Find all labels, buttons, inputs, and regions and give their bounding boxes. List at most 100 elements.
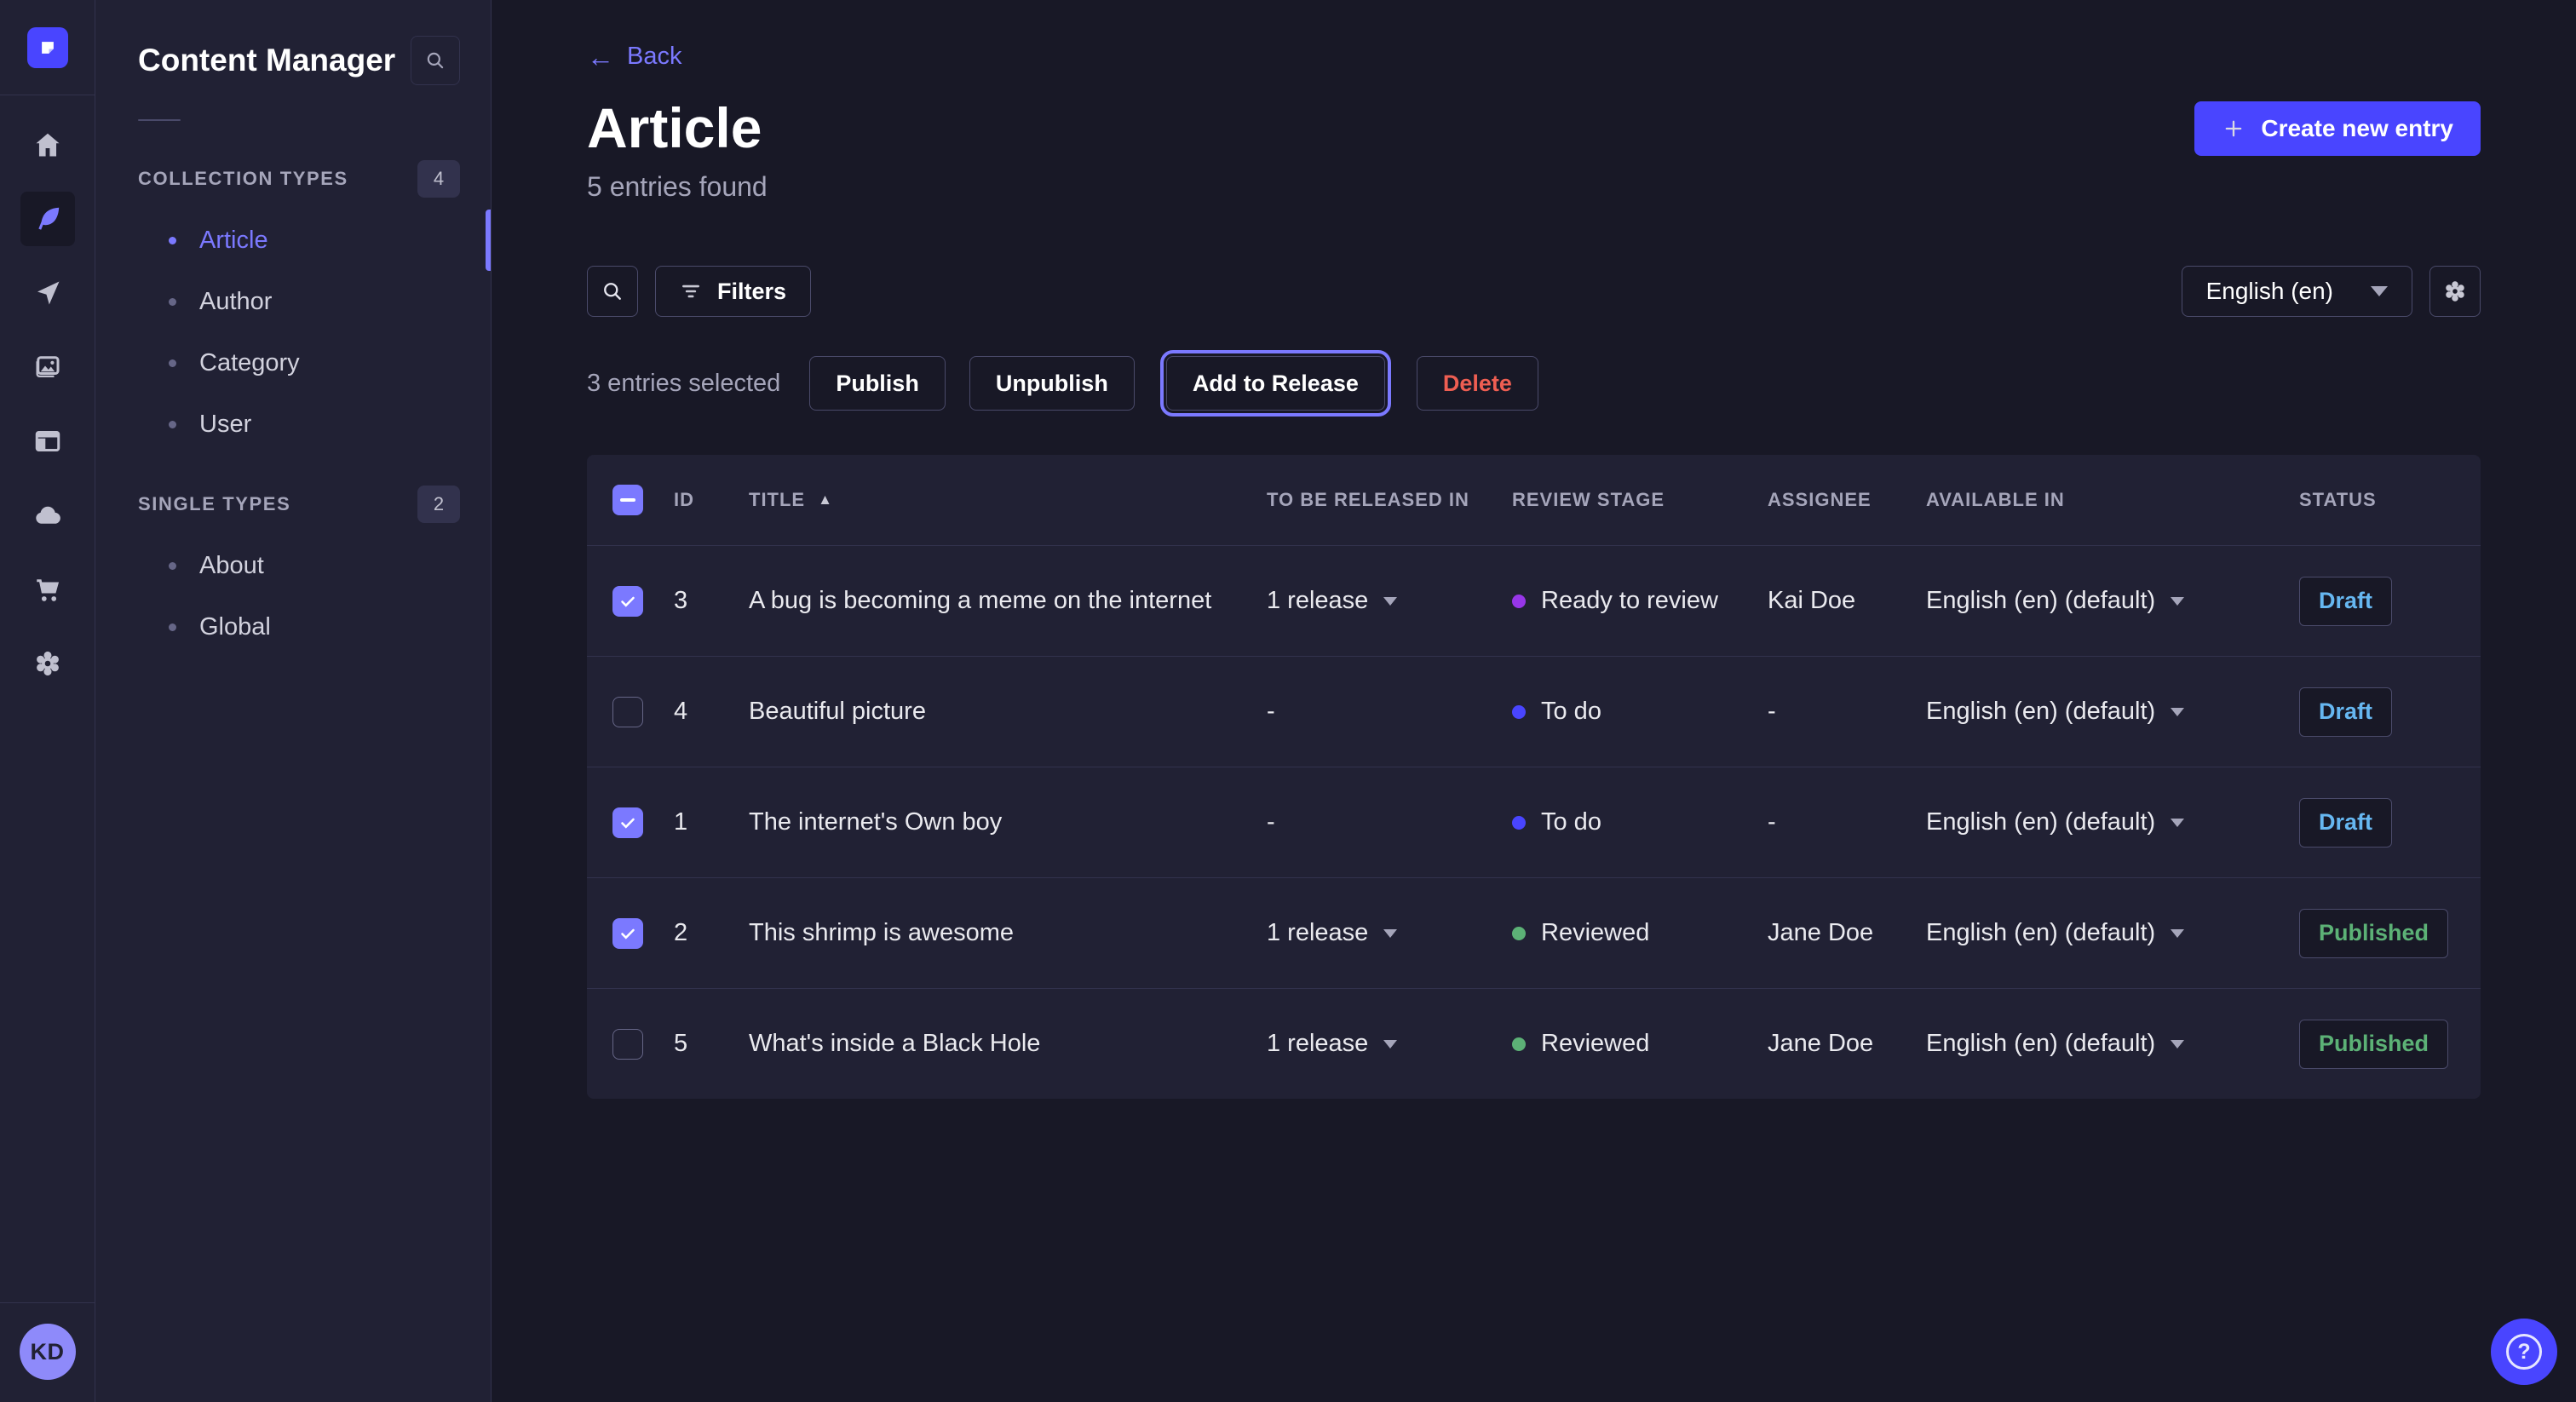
single-types-count-badge: 2 [417,486,460,523]
cloud-icon[interactable] [20,488,75,543]
help-button[interactable]: ? [2491,1319,2557,1385]
content-type-builder-icon[interactable] [20,414,75,468]
back-label: Back [627,43,681,71]
row-checkbox[interactable] [612,697,643,727]
check-icon [618,591,638,612]
search-icon [601,279,624,303]
chevron-down-icon [2171,929,2184,938]
cell-locale-dropdown[interactable]: English (en) (default) [1926,919,2299,947]
sidebar-search-button[interactable] [411,36,460,85]
strapi-logo-icon [35,35,60,60]
sidebar-item-article[interactable]: Article [138,210,460,271]
settings-gear-icon[interactable] [20,636,75,691]
main-content: ← Back Article 5 entries found Create ne… [492,0,2576,1402]
table-search-button[interactable] [587,266,638,317]
cell-id: 1 [674,808,749,836]
column-id: ID [674,489,749,511]
table-row[interactable]: 4 Beautiful picture - To do - English (e… [587,656,2481,767]
cell-review-stage: To do [1512,698,1768,726]
cell-assignee: - [1768,808,1926,836]
cell-title: The internet's Own boy [749,808,1267,836]
bullet-icon [169,359,176,367]
stage-dot-icon [1512,816,1526,830]
table-row[interactable]: 3 A bug is becoming a meme on the intern… [587,545,2481,656]
cell-release-dropdown[interactable]: 1 release [1267,587,1512,615]
cell-release-dropdown[interactable]: 1 release [1267,919,1512,947]
stage-label: Ready to review [1541,587,1718,615]
sidebar-item-author[interactable]: Author [138,271,460,332]
collection-types-count-badge: 4 [417,160,460,198]
filters-label: Filters [717,279,786,305]
locale-select[interactable]: English (en) [2182,266,2412,317]
cell-locale-dropdown[interactable]: English (en) (default) [1926,698,2299,726]
filters-button[interactable]: Filters [655,266,811,317]
cell-id: 5 [674,1030,749,1058]
view-settings-button[interactable] [2429,266,2481,317]
delete-button[interactable]: Delete [1417,356,1538,411]
release-value: 1 release [1267,919,1368,947]
status-badge: Published [2299,909,2448,958]
status-badge: Draft [2299,687,2392,737]
status-badge: Draft [2299,577,2392,626]
strapi-logo[interactable] [27,27,68,68]
bullet-icon [169,562,176,570]
single-types-label: SINGLE TYPES [138,493,290,515]
cell-assignee: Jane Doe [1768,1030,1926,1058]
cell-locale-dropdown[interactable]: English (en) (default) [1926,1030,2299,1058]
status-badge: Draft [2299,798,2392,848]
gear-icon [2442,279,2468,304]
entries-table: ID TITLE ▲ TO BE RELEASED IN REVIEW STAG… [587,455,2481,1099]
table-row[interactable]: 5 What's inside a Black Hole 1 release R… [587,988,2481,1099]
media-library-icon[interactable] [20,340,75,394]
table-row[interactable]: 2 This shrimp is awesome 1 release Revie… [587,877,2481,988]
add-to-release-button[interactable]: Add to Release [1166,356,1385,411]
marketplace-cart-icon[interactable] [20,562,75,617]
locale-value: English (en) [2206,278,2333,305]
row-checkbox[interactable] [612,918,643,949]
create-new-entry-button[interactable]: Create new entry [2194,101,2481,156]
bullet-icon [169,298,176,306]
cell-locale-dropdown[interactable]: English (en) (default) [1926,587,2299,615]
publish-button[interactable]: Publish [809,356,946,411]
collection-types-label: COLLECTION TYPES [138,168,348,190]
column-title-sortable[interactable]: TITLE ▲ [749,489,1267,511]
sidebar-item-user[interactable]: User [138,394,460,455]
rail-icon-list [20,95,75,1302]
cell-release-dropdown[interactable]: 1 release [1267,1030,1512,1058]
sidebar-divider [138,119,181,121]
arrow-left-icon: ← [587,43,614,71]
table-row[interactable]: 1 The internet's Own boy - To do - Engli… [587,767,2481,877]
column-assignee: ASSIGNEE [1768,489,1926,511]
row-checkbox[interactable] [612,807,643,838]
sidebar-item-label: Author [199,288,272,316]
question-mark-icon: ? [2506,1334,2542,1370]
stage-label: Reviewed [1541,1030,1649,1058]
sidebar-item-about[interactable]: About [138,535,460,596]
cell-assignee: Jane Doe [1768,919,1926,947]
sidebar-item-global[interactable]: Global [138,596,460,658]
stage-label: Reviewed [1541,919,1649,947]
row-checkbox[interactable] [612,586,643,617]
sort-ascending-icon: ▲ [818,491,833,509]
chevron-down-icon [1383,1040,1397,1049]
row-checkbox[interactable] [612,1029,643,1060]
user-avatar[interactable]: KD [20,1324,76,1380]
filter-icon [680,280,702,302]
cell-review-stage: Reviewed [1512,1030,1768,1058]
release-value: 1 release [1267,1030,1368,1058]
cell-release: - [1267,698,1512,726]
select-all-checkbox[interactable] [612,485,643,515]
releases-send-icon[interactable] [20,266,75,320]
chevron-down-icon [1383,597,1397,606]
home-icon[interactable] [20,118,75,172]
unpublish-button[interactable]: Unpublish [969,356,1135,411]
column-available-in: AVAILABLE IN [1926,489,2299,511]
back-link[interactable]: ← Back [587,43,681,71]
bullet-icon [169,623,176,631]
indeterminate-dash-icon [620,498,635,502]
locale-value: English (en) (default) [1926,808,2155,836]
main-nav-rail: KD [0,0,95,1402]
cell-locale-dropdown[interactable]: English (en) (default) [1926,808,2299,836]
sidebar-item-category[interactable]: Category [138,332,460,394]
content-manager-feather-icon[interactable] [20,192,75,246]
